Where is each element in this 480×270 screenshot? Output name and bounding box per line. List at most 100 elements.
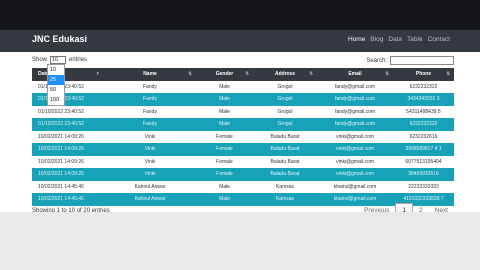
search-input[interactable] xyxy=(390,56,454,65)
nav-home[interactable]: Home xyxy=(348,36,365,43)
table-cell: 3998589817 4 1 xyxy=(405,146,442,153)
table-cell: Kahirul Anwar xyxy=(134,196,166,203)
search-control: Search: xyxy=(366,56,454,65)
table-cell: 6232232616 xyxy=(409,133,438,140)
column-header-email[interactable]: Email ⇅ xyxy=(317,71,393,77)
table-body: 01/10/2022 23:40:52 Fandy Male Grogol fandy@… xyxy=(32,80,454,206)
table-row: 01/10/2022 23:40:52 Fandy Male Grogol fandy@… xyxy=(32,118,454,131)
show-label: Show xyxy=(32,57,48,63)
nav-table[interactable]: Table xyxy=(407,36,423,43)
table-row: 10/02/2021 14:09:26 Vinki Female Baladu Bar… xyxy=(32,168,454,181)
table-cell: Female xyxy=(216,171,233,178)
table-cell: Fandy xyxy=(143,96,157,103)
table-cell: 38499933516 xyxy=(408,171,439,178)
table-cell: 10/02/2021 14:45:46 xyxy=(38,196,84,203)
table-cell: vinki@gmail.com xyxy=(336,158,374,165)
table-cell: vinki@gmail.com xyxy=(336,146,374,153)
table-cell: 4191032333838 7 xyxy=(403,196,444,203)
table-cell: 54311498439 5 xyxy=(406,108,441,115)
table-cell: Fandy xyxy=(143,83,157,90)
table-cell: Vinki xyxy=(144,146,156,153)
entries-option-10[interactable]: 10 xyxy=(48,65,64,75)
page-bottom-band xyxy=(0,212,480,270)
table-cell: 3434343232 3 xyxy=(407,96,440,103)
table-cell: Male xyxy=(219,83,230,90)
table-cell: 6232232322 xyxy=(409,83,438,90)
table-cell: Grogol xyxy=(277,121,293,128)
nav-blog[interactable]: Blog xyxy=(370,36,383,43)
table-header: Dated ▼ Name ⇅ Gender ⇅ Address ⇅ Email ⇅ Pho… xyxy=(32,68,454,81)
entries-select[interactable]: 10 xyxy=(50,56,67,64)
sort-icon: ⇅ xyxy=(385,71,389,77)
table-cell: Fandy xyxy=(143,121,157,128)
sort-icon: ⇅ xyxy=(309,71,313,77)
entries-length-control: Show 10 entries xyxy=(32,56,87,64)
column-header-gender[interactable]: Gender ⇅ xyxy=(196,71,253,77)
table-cell: Female xyxy=(216,146,233,153)
entries-option-100[interactable]: 100 xyxy=(48,95,64,105)
nav-data[interactable]: Data xyxy=(388,36,402,43)
table-cell: 22233333333 xyxy=(408,183,439,190)
table-cell: 6077513195404 xyxy=(405,158,442,165)
table-cell: fandy@gmail.com xyxy=(334,96,376,103)
table-row: 01/10/2022 23:40:52 Fandy Male Grogol fandy@… xyxy=(32,80,454,93)
nav-contact[interactable]: Contact xyxy=(428,36,450,43)
table-cell: Vinki xyxy=(144,133,156,140)
table-cell: 6232232322 xyxy=(409,121,438,128)
table-cell: 01/10/2022 23:40:52 xyxy=(38,108,84,115)
table-cell: Male xyxy=(219,196,230,203)
sort-icon: ⇅ xyxy=(446,71,450,77)
column-header-name[interactable]: Name ⇅ xyxy=(104,71,196,77)
table-cell: Kamsas xyxy=(275,183,295,190)
entries-label: entries xyxy=(69,57,88,63)
table-cell: 10/02/2021 14:45:46 xyxy=(38,183,84,190)
table-row: 10/02/2021 14:09:26 Vinki Female Baladu Bar… xyxy=(32,130,454,143)
table-cell: fandy@gmail.com xyxy=(334,121,376,128)
column-header-dated[interactable]: Dated ▼ xyxy=(32,71,104,77)
table-cell: Baladu Barat xyxy=(270,171,300,178)
table-row: 10/02/2021 14:09:26 Vinki Female Baladu Bar… xyxy=(32,143,454,156)
table-row: 01/10/2022 23:40:52 Fandy Male Grogol fandy@… xyxy=(32,105,454,118)
table-cell: 01/10/2022 23:40:52 xyxy=(38,121,84,128)
search-label: Search: xyxy=(366,57,387,64)
table-cell: vinki@gmail.com xyxy=(336,133,374,140)
table-cell: 10/02/2021 14:09:26 xyxy=(38,158,84,165)
table-cell: Female xyxy=(216,133,233,140)
table-cell: Female xyxy=(216,158,233,165)
table-cell: Baladu Barat xyxy=(270,133,300,140)
brand-title[interactable]: JNC Edukasi xyxy=(32,34,87,44)
column-header-address[interactable]: Address ⇅ xyxy=(253,71,317,77)
entries-option-50[interactable]: 50 xyxy=(48,85,64,95)
table-cell: Kahirul Anwar xyxy=(134,183,166,190)
table-cell: Grogol xyxy=(277,96,293,103)
table-cell: khairul@gmail.com xyxy=(333,196,377,203)
data-table: Dated ▼ Name ⇅ Gender ⇅ Address ⇅ Email ⇅ Pho… xyxy=(32,68,454,206)
video-top-bar xyxy=(0,0,480,30)
table-cell: Baladu Barat xyxy=(270,146,300,153)
table-cell: 10/02/2021 14:09:26 xyxy=(38,133,84,140)
table-cell: fandy@gmail.com xyxy=(334,108,376,115)
table-cell: Male xyxy=(219,108,230,115)
entries-select-value: 10 xyxy=(52,57,59,63)
sort-icon: ⇅ xyxy=(245,71,249,77)
table-cell: khairul@gmail.com xyxy=(333,183,377,190)
table-cell: 10/02/2021 14:09:26 xyxy=(38,146,84,153)
sort-desc-icon: ▼ xyxy=(95,71,100,77)
sort-icon: ⇅ xyxy=(188,71,192,77)
table-row: 01/10/2022 23:40:52 Fandy Male Grogol fandy@… xyxy=(32,93,454,106)
table-cell: vinki@gmail.com xyxy=(336,171,374,178)
column-header-phone[interactable]: Phone ⇅ xyxy=(393,71,454,77)
table-cell: Grogol xyxy=(277,108,293,115)
table-cell: Male xyxy=(219,183,230,190)
navbar: JNC Edukasi Home Blog Data Table Contact xyxy=(0,30,480,52)
table-cell: fandy@gmail.com xyxy=(334,83,376,90)
table-cell: Vinki xyxy=(144,171,156,178)
table-cell: Fandy xyxy=(143,108,157,115)
table-cell: Baladu Barat xyxy=(270,158,300,165)
table-cell: Vinki xyxy=(144,158,156,165)
table-cell: Male xyxy=(219,121,230,128)
table-row: 10/02/2021 14:45:46 Kahirul Anwar Male Kams… xyxy=(32,180,454,193)
entries-option-25[interactable]: 25 xyxy=(48,75,64,85)
table-cell: 01/10/2022 23:40:52 xyxy=(38,83,84,90)
nav-links: Home Blog Data Table Contact xyxy=(348,36,450,43)
